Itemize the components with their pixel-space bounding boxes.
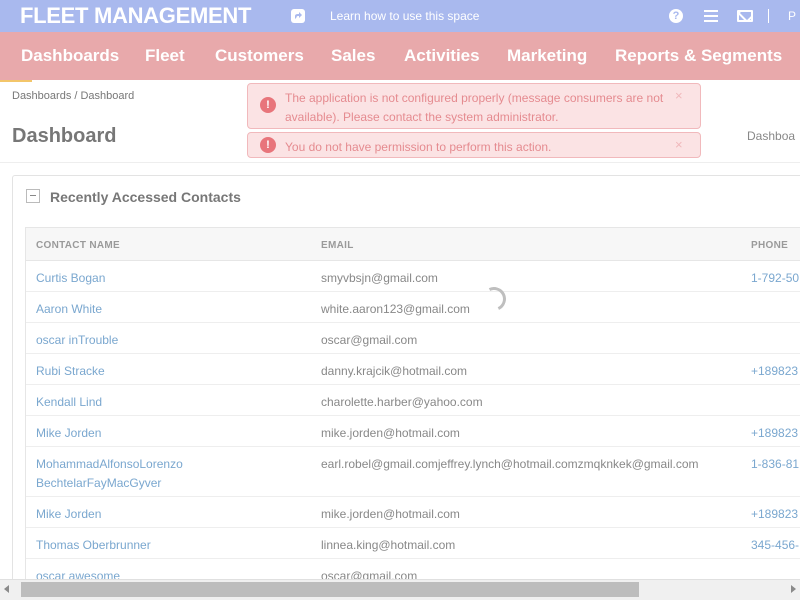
table-row[interactable]: MohammadAlfonsoLorenzo BechtelarFayMacGy… bbox=[26, 447, 800, 497]
contact-email: white.aaron123@gmail.com bbox=[321, 302, 470, 316]
contact-email: charolette.harber@yahoo.com bbox=[321, 395, 483, 409]
close-icon[interactable]: × bbox=[675, 88, 683, 103]
help-icon[interactable]: ? bbox=[669, 9, 683, 23]
scroll-right-icon[interactable] bbox=[791, 585, 796, 593]
table-row[interactable]: Curtis Bogan smyvbsjn@gmail.com 1-792-50 bbox=[26, 261, 800, 292]
widget-title: Recently Accessed Contacts bbox=[50, 189, 241, 205]
contact-email: mike.jorden@hotmail.com bbox=[321, 426, 460, 440]
learn-link[interactable]: Learn how to use this space bbox=[330, 9, 479, 23]
contact-email: oscar@gmail.com bbox=[321, 333, 418, 347]
nav-item-fleet[interactable]: Fleet bbox=[145, 46, 185, 66]
nav-item-sales[interactable]: Sales bbox=[331, 46, 375, 66]
contact-phone[interactable]: 1-792-50 bbox=[751, 269, 799, 288]
contact-email: linnea.king@hotmail.com bbox=[321, 538, 456, 552]
contact-phone[interactable]: +189823 bbox=[751, 505, 798, 524]
scroll-left-icon[interactable] bbox=[4, 585, 9, 593]
grid-header: CONTACT NAME EMAIL PHONE bbox=[26, 228, 800, 261]
user-menu[interactable]: P bbox=[788, 9, 796, 23]
mail-icon[interactable] bbox=[737, 10, 753, 22]
column-header-contact-name[interactable]: CONTACT NAME bbox=[36, 240, 120, 251]
alert-message: You do not have permission to perform th… bbox=[285, 140, 552, 154]
contact-name-link[interactable]: oscar inTrouble bbox=[36, 331, 118, 350]
table-row[interactable]: Rubi Stracke danny.krajcik@hotmail.com +… bbox=[26, 354, 800, 385]
divider bbox=[0, 162, 800, 163]
top-bar: FLEET MANAGEMENT Learn how to use this s… bbox=[0, 0, 800, 32]
contact-name-line[interactable]: MohammadAlfonsoLorenzo bbox=[36, 455, 183, 474]
nav-item-dashboards[interactable]: Dashboards bbox=[21, 46, 119, 66]
column-header-phone[interactable]: PHONE bbox=[751, 240, 788, 251]
contact-phone[interactable]: 1-836-81 bbox=[751, 455, 799, 474]
error-icon: ! bbox=[260, 97, 276, 113]
nav-item-activities[interactable]: Activities bbox=[404, 46, 480, 66]
scrollbar-thumb[interactable] bbox=[21, 582, 639, 597]
contact-name-link[interactable]: Kendall Lind bbox=[36, 393, 102, 412]
share-icon[interactable] bbox=[291, 9, 305, 23]
table-row[interactable]: oscar inTrouble oscar@gmail.com bbox=[26, 323, 800, 354]
column-header-email[interactable]: EMAIL bbox=[321, 240, 354, 251]
nav-item-customers[interactable]: Customers bbox=[215, 46, 304, 66]
table-row[interactable]: Thomas Oberbrunner linnea.king@hotmail.c… bbox=[26, 528, 800, 559]
contact-name-line[interactable]: BechtelarFayMacGyver bbox=[36, 474, 183, 493]
dashboard-selector[interactable]: Dashboa bbox=[747, 129, 795, 143]
app-brand[interactable]: FLEET MANAGEMENT bbox=[20, 3, 251, 29]
contact-name-link[interactable]: MohammadAlfonsoLorenzo BechtelarFayMacGy… bbox=[36, 455, 183, 493]
error-alert-permission: ! You do not have permission to perform … bbox=[247, 132, 701, 158]
contact-name-link[interactable]: Thomas Oberbrunner bbox=[36, 536, 151, 555]
contact-phone[interactable]: 345-456- bbox=[751, 536, 799, 555]
nav-item-marketing[interactable]: Marketing bbox=[507, 46, 587, 66]
contact-name-link[interactable]: Aaron White bbox=[36, 300, 102, 319]
contact-name-link[interactable]: Mike Jorden bbox=[36, 505, 101, 524]
close-icon[interactable]: × bbox=[675, 137, 683, 152]
contact-email: mike.jorden@hotmail.com bbox=[321, 507, 460, 521]
table-row[interactable]: Kendall Lind charolette.harber@yahoo.com bbox=[26, 385, 800, 416]
table-row[interactable]: Mike Jorden mike.jorden@hotmail.com +189… bbox=[26, 416, 800, 447]
error-icon: ! bbox=[260, 137, 276, 153]
horizontal-scrollbar[interactable] bbox=[0, 579, 800, 600]
table-row[interactable]: Aaron White white.aaron123@gmail.com bbox=[26, 292, 800, 323]
menu-icon[interactable] bbox=[704, 10, 718, 22]
contact-email: danny.krajcik@hotmail.com bbox=[321, 364, 468, 378]
divider bbox=[768, 9, 769, 23]
alert-message: The application is not configured proper… bbox=[285, 91, 664, 124]
breadcrumb[interactable]: Dashboards / Dashboard bbox=[12, 90, 134, 102]
contacts-grid: CONTACT NAME EMAIL PHONE Curtis Bogan sm… bbox=[25, 227, 800, 587]
main-nav: Dashboards Fleet Customers Sales Activit… bbox=[0, 32, 800, 80]
contact-name-link[interactable]: Rubi Stracke bbox=[36, 362, 105, 381]
recent-contacts-widget: Recently Accessed Contacts CONTACT NAME … bbox=[12, 175, 800, 595]
contact-email: earl.robel@gmail.comjeffrey.lynch@hotmai… bbox=[321, 457, 699, 471]
contact-name-link[interactable]: Mike Jorden bbox=[36, 424, 101, 443]
contact-phone[interactable]: +189823 bbox=[751, 424, 798, 443]
collapse-button[interactable] bbox=[26, 189, 40, 203]
contact-phone[interactable]: +189823 bbox=[751, 362, 798, 381]
error-alert-config: ! The application is not configured prop… bbox=[247, 83, 701, 129]
contact-name-link[interactable]: Curtis Bogan bbox=[36, 269, 105, 288]
active-nav-indicator bbox=[0, 80, 32, 82]
nav-item-reports-segments[interactable]: Reports & Segments bbox=[615, 46, 782, 66]
contact-email: smyvbsjn@gmail.com bbox=[321, 271, 438, 285]
page-title: Dashboard bbox=[12, 125, 117, 147]
table-row[interactable]: Mike Jorden mike.jorden@hotmail.com +189… bbox=[26, 497, 800, 528]
